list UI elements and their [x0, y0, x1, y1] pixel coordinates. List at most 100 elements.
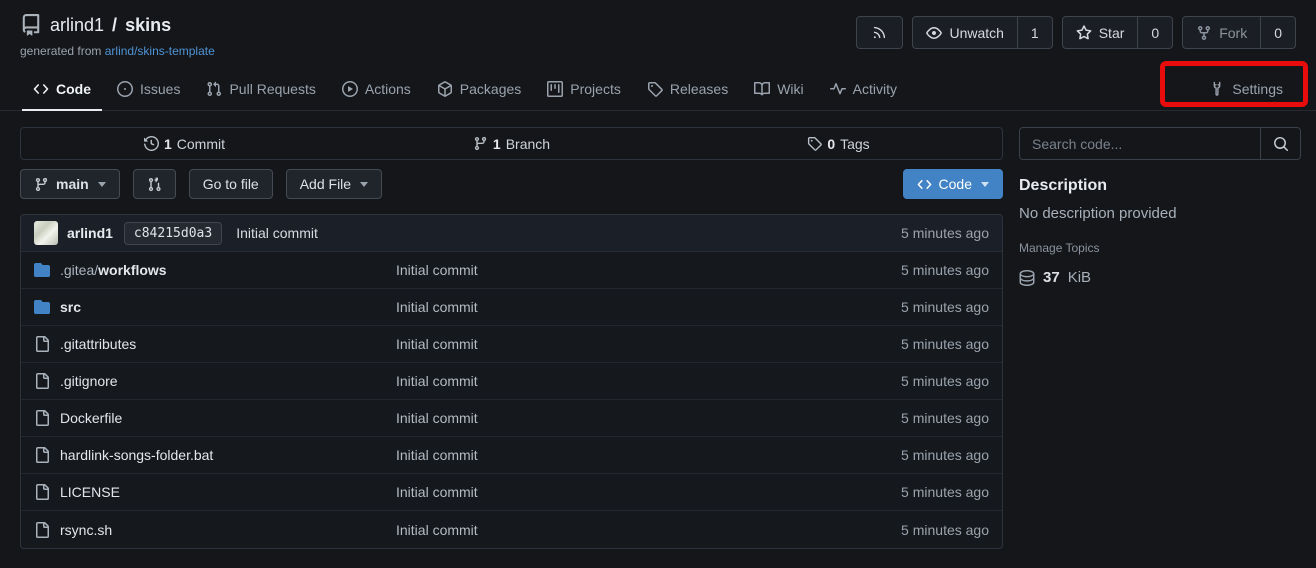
file-link[interactable]: .gitea/workflows — [60, 262, 167, 278]
commit-hash-badge[interactable]: c84215d0a3 — [124, 222, 222, 245]
code-icon — [917, 177, 932, 192]
tag-label: Tags — [840, 136, 870, 152]
row-commit-message[interactable]: Initial commit — [396, 484, 478, 500]
branch-selector[interactable]: main — [20, 169, 120, 199]
search-input[interactable] — [1020, 128, 1260, 159]
file-link[interactable]: rsync.sh — [60, 522, 112, 538]
row-commit-message[interactable]: Initial commit — [396, 299, 478, 315]
file-link[interactable]: Dockerfile — [60, 410, 122, 426]
branches-stat[interactable]: 1 Branch — [348, 136, 675, 152]
table-row: rsync.sh Initial commit 5 minutes ago — [21, 511, 1002, 548]
tags-stat[interactable]: 0 Tags — [675, 136, 1002, 152]
fork-count[interactable]: 0 — [1261, 16, 1296, 49]
unwatch-button[interactable]: Unwatch — [912, 16, 1017, 49]
repo-size-unit: KiB — [1068, 269, 1091, 286]
project-board-icon — [547, 81, 563, 97]
commit-message-link[interactable]: Initial commit — [236, 225, 318, 241]
tab-projects-label: Projects — [570, 81, 621, 97]
main-area: 1 Commit 1 Branch 0 Tags — [0, 111, 1316, 549]
file-link[interactable]: hardlink-songs-folder.bat — [60, 447, 213, 463]
commits-stat[interactable]: 1 Commit — [21, 136, 348, 152]
watch-count[interactable]: 1 — [1018, 16, 1053, 49]
row-commit-message[interactable]: Initial commit — [396, 336, 478, 352]
rss-button[interactable] — [856, 16, 903, 49]
tab-actions[interactable]: Actions — [329, 68, 424, 110]
tab-packages-label: Packages — [460, 81, 521, 97]
pull-request-icon — [206, 81, 222, 97]
row-commit-message[interactable]: Initial commit — [396, 373, 478, 389]
tab-code[interactable]: Code — [20, 68, 104, 110]
tab-activity-label: Activity — [853, 81, 897, 97]
file-name: .gitignore — [60, 373, 118, 389]
file-link[interactable]: src — [60, 299, 81, 315]
tab-activity[interactable]: Activity — [817, 68, 910, 110]
tab-wiki-label: Wiki — [777, 81, 803, 97]
file-table: arlind1 c84215d0a3 Initial commit 5 minu… — [20, 214, 1003, 549]
tab-releases[interactable]: Releases — [634, 68, 741, 110]
tag-icon — [647, 81, 663, 97]
table-row: src Initial commit 5 minutes ago — [21, 289, 1002, 326]
commit-label: Commit — [177, 136, 225, 152]
file-icon — [34, 373, 50, 389]
file-link[interactable]: LICENSE — [60, 484, 120, 500]
play-circle-icon — [342, 81, 358, 97]
row-commit-message[interactable]: Initial commit — [396, 410, 478, 426]
row-commit-message[interactable]: Initial commit — [396, 262, 478, 278]
watch-group: Unwatch 1 — [912, 16, 1052, 49]
repo-owner-link[interactable]: arlind1 — [50, 15, 104, 36]
file-link[interactable]: .gitattributes — [60, 336, 136, 352]
branch-name: main — [56, 176, 89, 192]
row-commit-message[interactable]: Initial commit — [396, 522, 478, 538]
code-toolbar: main Go to file Add File Code — [20, 169, 1003, 199]
table-row: hardlink-songs-folder.bat Initial commit… — [21, 437, 1002, 474]
manage-topics-link[interactable]: Manage Topics — [1019, 241, 1100, 255]
row-commit-message[interactable]: Initial commit — [396, 447, 478, 463]
code-download-button[interactable]: Code — [903, 169, 1003, 199]
database-icon — [1019, 270, 1035, 286]
tab-settings-label: Settings — [1232, 81, 1283, 97]
tab-issues[interactable]: Issues — [104, 68, 193, 110]
chevron-down-icon — [360, 182, 368, 187]
file-name: Dockerfile — [60, 410, 122, 426]
add-file-button[interactable]: Add File — [286, 169, 382, 199]
repo-title-block: arlind1 / skins generated from arlind/sk… — [20, 14, 215, 58]
star-count[interactable]: 0 — [1138, 16, 1173, 49]
template-repo-link[interactable]: arlind/skins-template — [105, 44, 215, 58]
tab-settings[interactable]: Settings — [1196, 68, 1296, 110]
compare-button[interactable] — [133, 169, 176, 199]
file-icon — [34, 410, 50, 426]
code-button-label: Code — [939, 176, 972, 192]
history-icon — [144, 136, 159, 151]
table-row: Dockerfile Initial commit 5 minutes ago — [21, 400, 1002, 437]
file-name: hardlink-songs-folder.bat — [60, 447, 213, 463]
row-commit-time: 5 minutes ago — [901, 299, 989, 315]
tab-wiki[interactable]: Wiki — [741, 68, 816, 110]
file-name: .gitattributes — [60, 336, 136, 352]
repo-name-link[interactable]: skins — [125, 15, 171, 36]
tab-bar-spacer — [910, 68, 1196, 110]
file-icon — [34, 447, 50, 463]
file-name: LICENSE — [60, 484, 120, 500]
star-label: Star — [1099, 25, 1125, 41]
avatar[interactable] — [34, 221, 58, 245]
table-row: .gitattributes Initial commit 5 minutes … — [21, 326, 1002, 363]
tab-pull-requests[interactable]: Pull Requests — [193, 68, 328, 110]
unwatch-label: Unwatch — [949, 25, 1003, 41]
tab-issues-label: Issues — [140, 81, 180, 97]
tab-projects[interactable]: Projects — [534, 68, 634, 110]
go-to-file-button[interactable]: Go to file — [189, 169, 273, 199]
fork-button[interactable]: Fork — [1182, 16, 1261, 49]
repo-tab-bar: Code Issues Pull Requests Actions Packag… — [0, 68, 1316, 111]
star-button[interactable]: Star — [1062, 16, 1139, 49]
search-icon — [1273, 136, 1289, 152]
file-link[interactable]: .gitignore — [60, 373, 118, 389]
row-commit-time: 5 minutes ago — [901, 484, 989, 500]
code-icon — [33, 81, 49, 97]
fork-icon — [1196, 25, 1212, 41]
search-button[interactable] — [1260, 128, 1300, 159]
tag-count: 0 — [827, 136, 835, 152]
row-commit-time: 5 minutes ago — [901, 262, 989, 278]
tab-packages[interactable]: Packages — [424, 68, 534, 110]
commit-author-link[interactable]: arlind1 — [67, 225, 113, 241]
add-file-label: Add File — [300, 176, 351, 192]
